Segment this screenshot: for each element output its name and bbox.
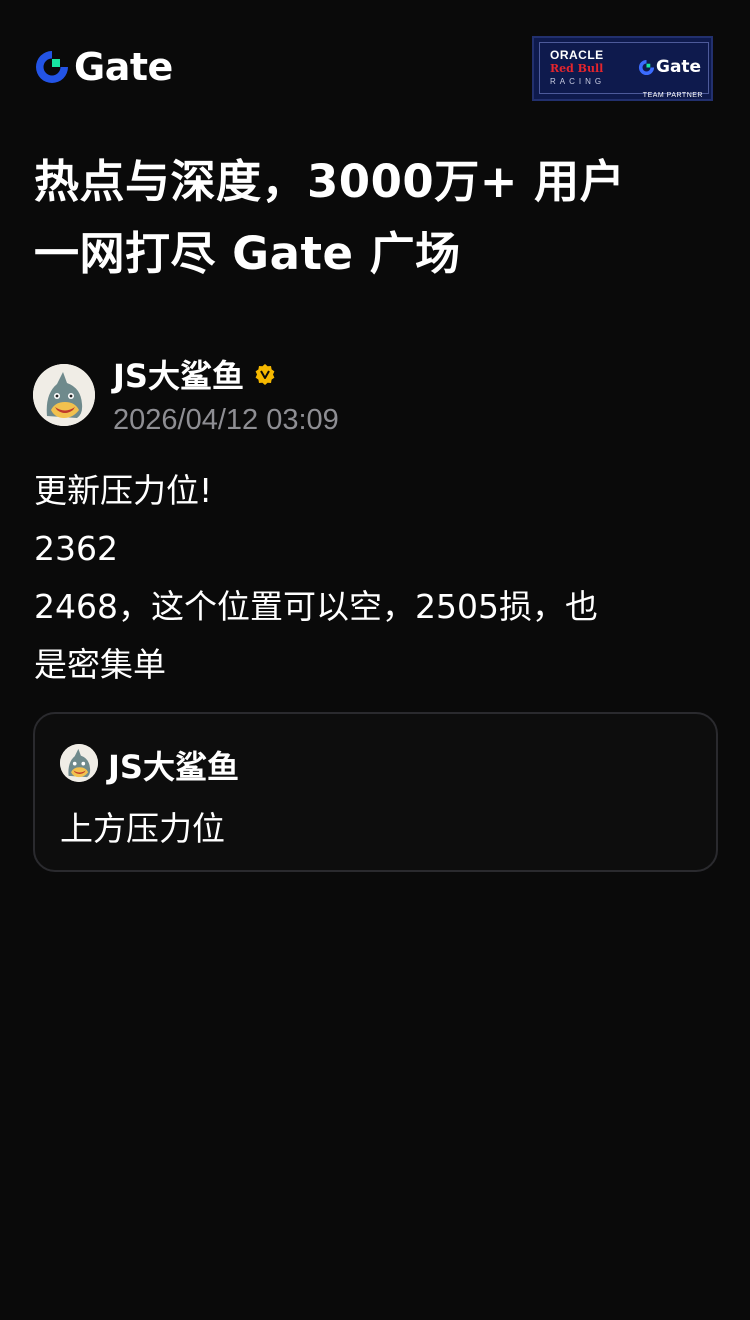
author-name-row: JS大鲨鱼 — [113, 352, 276, 396]
author-avatar[interactable] — [33, 364, 95, 426]
post-line: 是密集单 — [34, 645, 166, 684]
gate-mini-logo-icon — [638, 59, 655, 75]
post-line: 2362 — [34, 529, 118, 568]
redbull-wordmark: Red Bull — [550, 62, 604, 75]
headline-line-2: 一网打尽 Gate 广场 — [34, 227, 461, 280]
oracle-wordmark: ORACLE — [550, 48, 604, 62]
gate-logo[interactable]: Gate — [34, 48, 173, 86]
page-headline: 热点与深度，3000万+ 用户 一网打尽 Gate 广场 — [34, 146, 724, 290]
headline-line-1: 热点与深度，3000万+ 用户 — [34, 155, 626, 208]
partner-badge-frame: ORACLE Red Bull RACING Gate — [539, 42, 709, 94]
page: Gate ORACLE Red Bull RACING Gate TEAM PA… — [0, 0, 750, 1320]
post-line: 更新压力位! — [34, 471, 213, 510]
team-partner-label: TEAM PARTNER — [642, 92, 703, 99]
gate-logo-icon — [36, 51, 68, 83]
post-timestamp: 2026/04/12 03:09 — [113, 404, 339, 436]
partner-gate-logo: Gate — [638, 57, 701, 77]
quoted-post-card[interactable]: JS大鲨鱼 上方压力位 — [33, 712, 718, 872]
post-line: 2468，这个位置可以空，2505损，也 — [34, 587, 598, 626]
post-body: 更新压力位! 2362 2468，这个位置可以空，2505损，也 是密集单 — [34, 462, 714, 694]
racing-wordmark: RACING — [550, 77, 606, 86]
author-name[interactable]: JS大鲨鱼 — [113, 351, 244, 397]
shark-avatar-icon — [60, 744, 98, 782]
team-partner-badge: ORACLE Red Bull RACING Gate TEAM PARTNER — [532, 36, 713, 101]
quoted-post-text: 上方压力位 — [60, 809, 225, 848]
quoted-author-name: JS大鲨鱼 — [108, 748, 239, 786]
verified-badge-icon — [255, 364, 275, 385]
partner-gate-text: Gate — [656, 57, 702, 77]
gate-logo-text: Gate — [74, 45, 173, 89]
header: Gate ORACLE Red Bull RACING Gate TEAM PA… — [0, 0, 750, 120]
quoted-author-avatar — [60, 744, 98, 782]
shark-avatar-icon — [33, 364, 95, 426]
